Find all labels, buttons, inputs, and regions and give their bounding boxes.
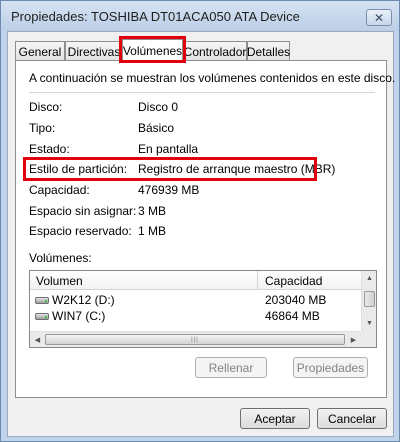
- tab-detalles-label: Detalles: [246, 44, 291, 59]
- status-value: En pantalla: [138, 142, 199, 156]
- tab-highlight-box: [119, 36, 186, 63]
- volume-capacity: 46864 MB: [265, 309, 320, 323]
- volume-name: W2K12 (D:): [52, 293, 115, 307]
- list-item[interactable]: W2K12 (D:) 203040 MB: [30, 293, 361, 308]
- drive-icon: [35, 296, 49, 304]
- list-header: Volumen Capacidad: [30, 271, 361, 290]
- list-item-name: WIN7 (C:): [35, 309, 105, 323]
- horizontal-scroll-thumb[interactable]: |||: [45, 334, 345, 345]
- column-divider[interactable]: [257, 271, 258, 290]
- horizontal-scrollbar[interactable]: ◀ ||| ▶: [30, 331, 361, 347]
- volumes-label: Volúmenes:: [29, 251, 92, 265]
- unallocated-value: 3 MB: [138, 204, 167, 218]
- rellenar-label: Rellenar: [208, 360, 254, 375]
- partition-highlight-box: [23, 157, 317, 181]
- vertical-scrollbar[interactable]: ▲ ▼: [361, 271, 376, 331]
- volumes-panel: A continuación se muestran los volúmenes…: [15, 60, 395, 398]
- propiedades-button[interactable]: Propiedades: [293, 357, 368, 378]
- propiedades-label: Propiedades: [296, 360, 365, 375]
- properties-window: Propiedades: TOSHIBA DT01ACA050 ATA Devi…: [0, 0, 400, 442]
- column-header-capacidad[interactable]: Capacidad: [265, 274, 322, 288]
- disk-label: Disco:: [29, 100, 63, 114]
- title-bar[interactable]: Propiedades: TOSHIBA DT01ACA050 ATA Devi…: [1, 1, 399, 31]
- volume-capacity: 203040 MB: [265, 293, 327, 307]
- reserved-value: 1 MB: [138, 224, 167, 238]
- vertical-scroll-thumb[interactable]: [364, 291, 375, 307]
- drive-icon: [35, 312, 49, 320]
- tab-general[interactable]: General: [15, 41, 65, 61]
- window-title: Propiedades: TOSHIBA DT01ACA050 ATA Devi…: [11, 9, 300, 24]
- intro-text: A continuación se muestran los volúmenes…: [29, 71, 396, 85]
- scroll-right-icon[interactable]: ▶: [346, 332, 361, 347]
- status-label: Estado:: [29, 142, 70, 156]
- unallocated-label: Espacio sin asignar:: [29, 204, 137, 218]
- tab-general-label: General: [18, 44, 62, 59]
- scroll-left-icon[interactable]: ◀: [30, 332, 45, 347]
- separator: [29, 92, 375, 93]
- tab-detalles[interactable]: Detalles: [247, 41, 290, 61]
- close-icon: ✕: [373, 10, 385, 25]
- column-header-volumen[interactable]: Volumen: [36, 274, 83, 288]
- tab-directivas-label: Directivas: [67, 44, 121, 59]
- cancel-label: Cancelar: [327, 411, 377, 426]
- volumes-list[interactable]: Volumen Capacidad W2K12 (D:) 203040 MB W…: [29, 270, 377, 348]
- close-button[interactable]: ✕: [366, 9, 392, 26]
- list-item[interactable]: WIN7 (C:) 46864 MB: [30, 309, 361, 324]
- scroll-up-icon[interactable]: ▲: [362, 271, 377, 286]
- list-item-name: W2K12 (D:): [35, 293, 115, 307]
- dialog-body: General Directivas Volúmenes Controlador…: [7, 31, 395, 437]
- type-value: Básico: [138, 121, 175, 135]
- scroll-down-icon[interactable]: ▼: [362, 316, 377, 331]
- rellenar-button[interactable]: Rellenar: [195, 357, 267, 378]
- capacity-label: Capacidad:: [29, 183, 90, 197]
- capacity-value: 476939 MB: [138, 183, 200, 197]
- accept-button[interactable]: Aceptar: [240, 408, 310, 429]
- disk-value: Disco 0: [138, 100, 179, 114]
- scrollbar-corner: [361, 331, 376, 347]
- reserved-label: Espacio reservado:: [29, 224, 132, 238]
- type-label: Tipo:: [29, 121, 56, 135]
- accept-label: Aceptar: [254, 411, 296, 426]
- volume-name: WIN7 (C:): [52, 309, 106, 323]
- tab-controlador-label: Controlador: [183, 44, 247, 59]
- tab-directivas[interactable]: Directivas: [65, 41, 123, 61]
- cancel-button[interactable]: Cancelar: [317, 408, 387, 429]
- tab-controlador[interactable]: Controlador: [183, 41, 247, 61]
